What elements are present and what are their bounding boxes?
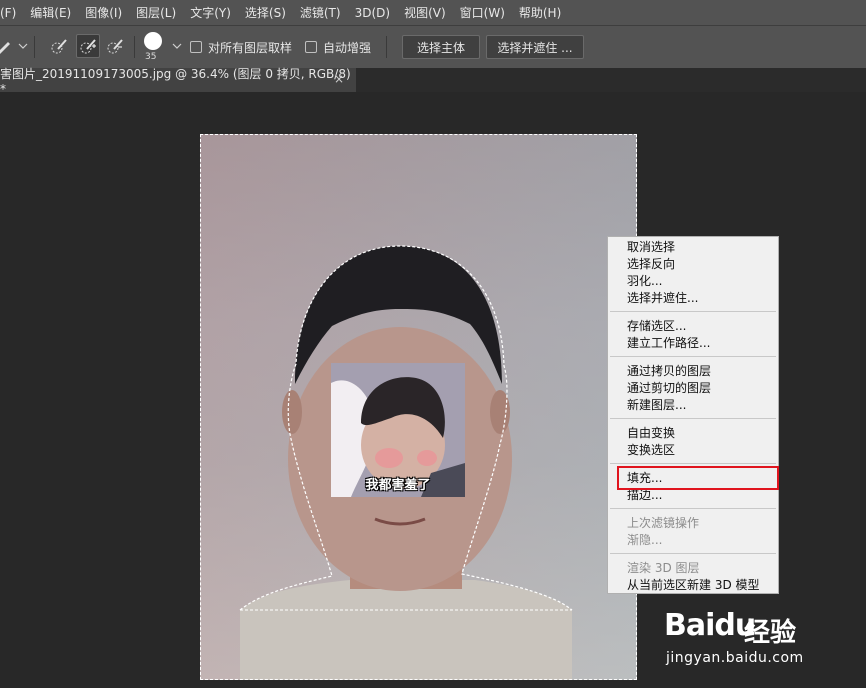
watermark-url: jingyan.baidu.com [666, 650, 804, 666]
select-and-mask-button[interactable]: 选择并遮住 ... [486, 35, 584, 59]
select-subject-button[interactable]: 选择主体 [402, 35, 480, 59]
menu-divider [610, 508, 776, 509]
checkbox-box[interactable] [305, 41, 317, 53]
auto-enhance-label: 自动增强 [323, 41, 372, 55]
menu-item-last-filter: 上次滤镜操作 [627, 516, 700, 530]
menu-item-transform-selection[interactable]: 变换选区 [627, 442, 675, 459]
menu-divider [610, 311, 776, 312]
options-divider [386, 36, 387, 58]
menu-item-select-and-mask[interactable]: 选择并遮住... [627, 290, 698, 307]
document-tab-title: 害图片_20191109173005.jpg @ 36.4% (图层 0 拷贝,… [0, 66, 351, 96]
face-sticker-image: 我都害羞了 [331, 363, 465, 497]
menu-layer[interactable]: 图层(L) [136, 4, 176, 21]
menu-item-make-work-path[interactable]: 建立工作路径... [627, 335, 710, 352]
menu-window[interactable]: 窗口(W) [460, 4, 505, 21]
menu-item-fade: 渐隐... [627, 533, 663, 547]
menu-item-new-3d-model[interactable]: 从当前选区新建 3D 模型 [627, 577, 760, 594]
menu-divider [610, 418, 776, 419]
new-selection-brush-icon[interactable] [50, 37, 68, 55]
sample-all-layers-checkbox[interactable]: 对所有图层取样 [190, 39, 292, 56]
fill-highlight-box [617, 466, 779, 490]
options-divider [34, 36, 35, 58]
options-bar: 35 对所有图层取样 自动增强 选择主体 选择并遮住 ... [0, 25, 866, 69]
menu-select[interactable]: 选择(S) [245, 4, 286, 21]
menu-item-render-3d: 渲染 3D 图层 [627, 561, 700, 575]
sample-all-layers-label: 对所有图层取样 [208, 41, 293, 55]
menu-bar: (F) 编辑(E) 图像(I) 图层(L) 文字(Y) 选择(S) 滤镜(T) … [0, 0, 866, 25]
menu-file[interactable]: (F) [0, 6, 16, 20]
menu-image[interactable]: 图像(I) [85, 4, 122, 21]
menu-view[interactable]: 视图(V) [404, 4, 446, 21]
watermark-brand: Baidu [664, 608, 756, 643]
brush-size-preview-icon[interactable] [144, 32, 162, 50]
document-tab[interactable]: 害图片_20191109173005.jpg @ 36.4% (图层 0 拷贝,… [0, 67, 356, 96]
context-menu: 取消选择 选择反向 羽化... 选择并遮住... 存储选区... 建立工作路径.… [607, 236, 779, 594]
menu-item-layer-via-cut[interactable]: 通过剪切的图层 [627, 380, 711, 397]
menu-item-feather[interactable]: 羽化... [627, 273, 662, 290]
menu-help[interactable]: 帮助(H) [519, 4, 561, 21]
menu-filter[interactable]: 滤镜(T) [300, 4, 341, 21]
brush-size-value: 35 [145, 52, 157, 62]
options-divider [134, 36, 135, 58]
menu-divider [610, 553, 776, 554]
menu-item-select-inverse[interactable]: 选择反向 [627, 256, 675, 273]
add-to-selection-brush-icon[interactable] [76, 34, 100, 58]
watermark-brand-cn: 经验 [744, 618, 797, 648]
menu-item-save-selection[interactable]: 存储选区... [627, 318, 686, 335]
menu-3d[interactable]: 3D(D) [355, 6, 390, 20]
close-tab-icon[interactable]: × [334, 72, 344, 86]
brush-picker-chevron-icon[interactable] [168, 37, 182, 55]
menu-item-layer-via-copy[interactable]: 通过拷贝的图层 [627, 363, 711, 380]
auto-enhance-checkbox[interactable]: 自动增强 [305, 39, 371, 56]
checkbox-box[interactable] [190, 41, 202, 53]
menu-item-new-layer[interactable]: 新建图层... [627, 397, 686, 414]
menu-divider [610, 463, 776, 464]
menu-item-deselect[interactable]: 取消选择 [627, 239, 675, 256]
menu-item-free-transform[interactable]: 自由变换 [627, 425, 675, 442]
menu-divider [610, 356, 776, 357]
menu-type[interactable]: 文字(Y) [190, 4, 231, 21]
subtract-selection-brush-icon[interactable] [106, 37, 124, 55]
sticker-caption: 我都害羞了 [365, 478, 431, 493]
quick-select-brush-icon[interactable] [0, 37, 14, 55]
menu-edit[interactable]: 编辑(E) [30, 4, 71, 21]
tool-preset-chevron-icon[interactable] [14, 37, 28, 55]
baidu-jingyan-watermark: Baidu 经验 jingyan.baidu.com [664, 608, 864, 683]
document-tab-bar: 害图片_20191109173005.jpg @ 36.4% (图层 0 拷贝,… [0, 67, 866, 96]
